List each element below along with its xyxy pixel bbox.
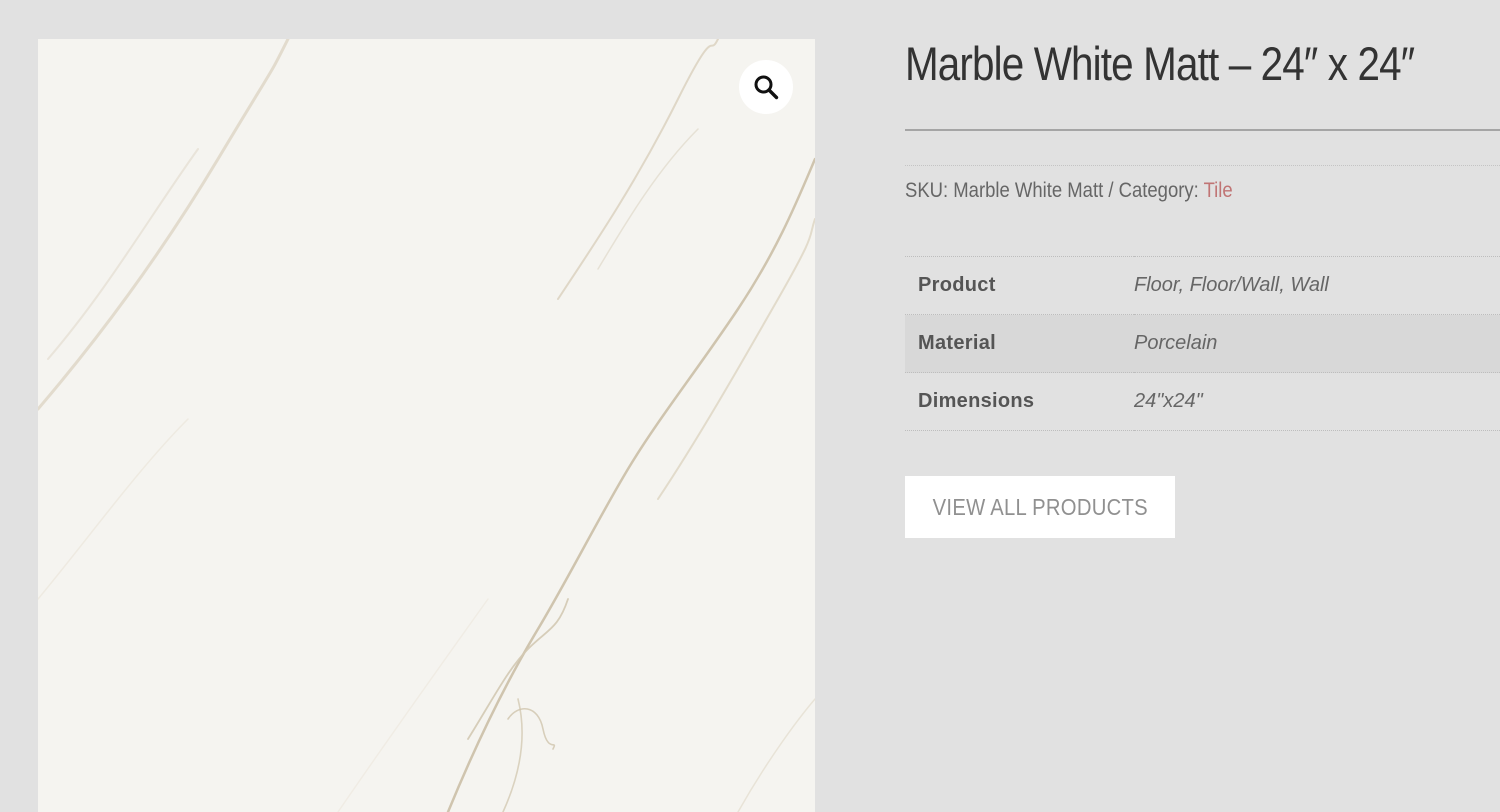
attribute-label: Product bbox=[918, 274, 996, 296]
product-meta: SKU: Marble White Matt / Category: Tile bbox=[905, 179, 1233, 203]
magnifier-icon bbox=[754, 75, 779, 100]
attribute-row: Product Floor, Floor/Wall, Wall bbox=[905, 256, 1500, 315]
attribute-row: Dimensions 24"x24" bbox=[905, 372, 1500, 431]
meta-separator: / bbox=[1108, 179, 1114, 202]
product-attributes-table: Product Floor, Floor/Wall, Wall Material… bbox=[905, 256, 1500, 431]
attribute-label: Dimensions bbox=[918, 390, 1035, 412]
product-summary: Marble White Matt – 24″ x 24″ SKU: Marbl… bbox=[905, 0, 1500, 812]
product-gallery bbox=[38, 39, 815, 812]
category-label: Category: bbox=[1118, 179, 1199, 202]
title-divider bbox=[905, 129, 1500, 131]
zoom-button[interactable] bbox=[739, 60, 793, 114]
attribute-value: 24"x24" bbox=[1134, 390, 1203, 412]
sku-value: Marble White Matt bbox=[953, 179, 1104, 202]
attribute-label: Material bbox=[918, 332, 996, 354]
view-all-products-button[interactable]: VIEW ALL PRODUCTS bbox=[905, 476, 1175, 538]
meta-divider bbox=[905, 165, 1500, 166]
category-link[interactable]: Tile bbox=[1204, 179, 1233, 202]
view-all-products-label: VIEW ALL PRODUCTS bbox=[932, 493, 1148, 520]
attribute-value: Floor, Floor/Wall, Wall bbox=[1134, 274, 1329, 296]
attribute-row: Material Porcelain bbox=[905, 314, 1500, 373]
product-title: Marble White Matt – 24″ x 24″ bbox=[905, 37, 1415, 90]
sku-label: SKU: bbox=[905, 179, 949, 202]
attribute-value: Porcelain bbox=[1134, 332, 1218, 354]
product-image-marble-tile[interactable] bbox=[38, 39, 815, 812]
